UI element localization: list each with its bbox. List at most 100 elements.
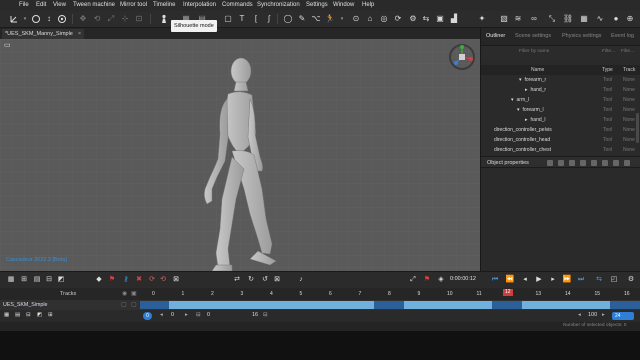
sound-icon[interactable]: ♪ [296, 275, 306, 285]
next-icon[interactable]: ▸ [185, 312, 188, 318]
scale-icon[interactable]: ⤢ [105, 13, 117, 25]
outliner-row[interactable]: direction_controller_head Tool None [481, 135, 640, 145]
lock-icon[interactable]: ⌂ [364, 13, 376, 25]
expand-arrow-icon[interactable]: ▾ [511, 97, 514, 103]
playhead[interactable]: 12 [503, 289, 513, 296]
filter-name-field[interactable]: Filter by name [519, 49, 549, 54]
timeline-ruler[interactable]: Tracks ◉ ▣ 012345678910111213141516 [0, 288, 640, 300]
joint-icon[interactable]: ⊕ [624, 13, 636, 25]
prev-key-icon[interactable]: ⏪ [505, 275, 515, 285]
bottom-icon-4[interactable]: ◩ [37, 312, 42, 318]
tab-physics-settings[interactable]: Physics settings [562, 33, 601, 39]
scale-tool-icon[interactable]: ⤡ [546, 13, 558, 25]
outliner-row[interactable]: ▸ hand_r Tool None [481, 85, 640, 95]
marker-icon[interactable]: ⊠ [272, 275, 282, 285]
curve-icon-2[interactable]: ◩ [56, 275, 66, 285]
bottom-icon-5[interactable]: ⊞ [48, 312, 53, 318]
outliner-row[interactable]: direction_controller_chest Tool None [481, 145, 640, 155]
keyframe-block[interactable] [492, 301, 522, 309]
shape-icon[interactable]: ◯ [282, 13, 294, 25]
range-end-icon[interactable]: ⊟ [263, 312, 268, 318]
sync-red-icon-2[interactable]: ⟲ [158, 275, 168, 285]
camera-move-icon[interactable]: ↕ [43, 13, 55, 25]
prop-icon-5[interactable] [591, 160, 597, 166]
pivot-icon[interactable]: ⊹ [119, 13, 131, 25]
expand-arrow-icon[interactable]: ▾ [517, 107, 520, 113]
keys-icon[interactable]: ▦ [6, 275, 16, 285]
bottom-icon-1[interactable]: ▦ [4, 312, 9, 318]
tab-scene-settings[interactable]: Scene settings [515, 33, 551, 39]
menu-mirror-tool[interactable]: Mirror tool [120, 2, 147, 8]
loop-arrows-icon[interactable]: ⇄ [232, 275, 242, 285]
collapse-arrow-icon[interactable]: ▸ [525, 117, 528, 123]
bracket-icon[interactable]: [ [250, 13, 262, 25]
column-type[interactable]: Type [602, 67, 613, 73]
rotate-icon[interactable]: ⟲ [91, 13, 103, 25]
bird-icon[interactable]: ✦ [476, 13, 488, 25]
sync-red-icon[interactable]: ⟳ [147, 275, 157, 285]
track-row[interactable]: UES_SKM_Simple ▢ ▢ [0, 300, 640, 310]
select-icon[interactable]: ⊡ [133, 13, 145, 25]
outliner-row[interactable]: ▾ arm_l Tool None [481, 95, 640, 105]
interval-segment[interactable] [522, 301, 610, 309]
column-track[interactable]: Track [623, 67, 635, 73]
time-field[interactable]: 0:00:00:12 [450, 276, 476, 282]
camera-icon[interactable] [30, 13, 42, 25]
transfer-icon[interactable]: ⇆ [420, 13, 432, 25]
filter-type-field[interactable]: Filte... [602, 49, 615, 54]
last-frame-icon[interactable]: ⏭ [576, 275, 586, 285]
interval-segment[interactable] [140, 301, 147, 309]
keyframe-block[interactable] [374, 301, 404, 309]
paint-icon[interactable]: ✎ [296, 13, 308, 25]
outliner-row[interactable]: direction_controller_pelvis Tool None [481, 125, 640, 135]
menu-edit[interactable]: Edit [36, 2, 46, 8]
settings-gear-icon[interactable]: ⚙ [626, 275, 636, 285]
prev-frame-icon[interactable]: ◂ [520, 275, 530, 285]
expand-arrow-icon[interactable]: ▾ [519, 77, 522, 83]
running-man-icon[interactable]: 🏃 [324, 13, 336, 25]
total-next-icon[interactable]: ▸ [602, 312, 605, 318]
delete-key-icon[interactable]: ✖ [134, 275, 144, 285]
range-icon[interactable]: ⊟ [196, 312, 201, 318]
bottom-icon-2[interactable]: ▤ [15, 312, 20, 318]
move-icon[interactable]: ✥ [77, 13, 89, 25]
track-visibility-icon[interactable]: ▢ [121, 301, 127, 308]
box-icon[interactable]: ▣ [434, 13, 446, 25]
outliner-row[interactable]: ▾ forearm_l Tool None [481, 105, 640, 115]
range-end-value[interactable]: 16 [252, 312, 258, 318]
total-prev-icon[interactable]: ◂ [578, 312, 581, 318]
viewport-3d[interactable]: ▭ Cascadeur 2022.3 [Beta] [0, 39, 480, 271]
frame-icon[interactable]: ▢ [222, 13, 234, 25]
column-name[interactable]: Name [531, 67, 544, 73]
loop-playback-icon[interactable]: ⇆ [594, 275, 604, 285]
curve-editor-icon[interactable]: ∿ [594, 13, 606, 25]
prop-icon-4[interactable] [580, 160, 586, 166]
layers-icon[interactable]: ≋ [512, 13, 524, 25]
camera-follow-icon[interactable]: ◰ [609, 275, 619, 285]
menu-interpolation[interactable]: Interpolation [183, 2, 216, 8]
keyframe-icon[interactable]: ◆ [94, 275, 104, 285]
prop-icon-7[interactable] [613, 160, 619, 166]
menu-synchronization[interactable]: Synchronization [257, 2, 300, 8]
next-frame-icon[interactable]: ▸ [548, 275, 558, 285]
step-icon[interactable]: ▤ [32, 275, 42, 285]
first-frame-icon[interactable]: ⏮ [490, 275, 500, 285]
prop-icon-3[interactable] [569, 160, 575, 166]
interval-icon[interactable]: ⊟ [44, 275, 54, 285]
menu-view[interactable]: View [53, 2, 66, 8]
physics-icon[interactable]: ⊙ [350, 13, 362, 25]
prop-icon-1[interactable] [547, 160, 553, 166]
joints-icon[interactable]: ⌥ [310, 13, 322, 25]
menu-timeline[interactable]: Timeline [153, 2, 175, 8]
prop-icon-2[interactable] [558, 160, 564, 166]
flag-red-icon[interactable]: ⚑ [107, 275, 117, 285]
lock-track-icon[interactable]: ▣ [131, 290, 137, 297]
range-start-value[interactable]: 0 [207, 312, 210, 318]
range-start-field[interactable]: 0 [171, 312, 174, 318]
rotate-key-icon[interactable]: ↻ [246, 275, 256, 285]
gear-icon[interactable]: ⚙ [407, 13, 419, 25]
outliner-row[interactable]: ▸ hand_l Tool None [481, 115, 640, 125]
menu-file[interactable]: File [19, 2, 29, 8]
mirror-key-icon[interactable]: ↺ [260, 275, 270, 285]
tab-outliner[interactable]: Outliner [486, 33, 505, 39]
